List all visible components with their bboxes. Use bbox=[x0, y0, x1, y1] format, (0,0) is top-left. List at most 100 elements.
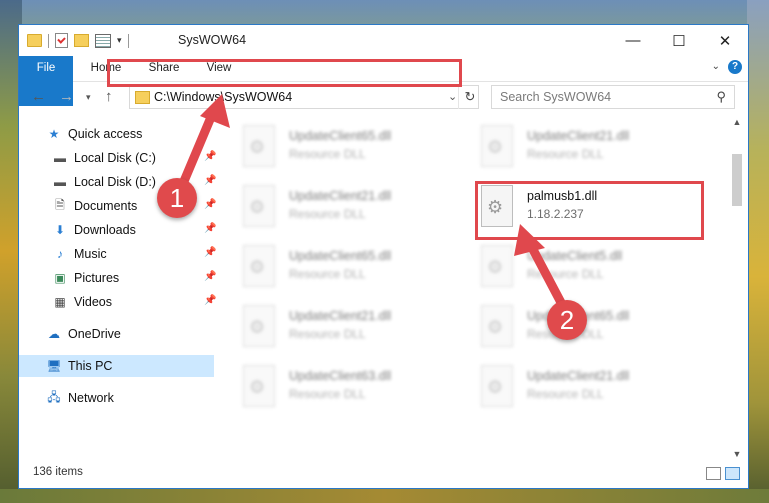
file-item[interactable]: UpdateClient65.dll Resource DLL bbox=[243, 243, 463, 293]
large-icons-view-icon[interactable] bbox=[725, 467, 740, 480]
file-item[interactable]: UpdateClient21.dll Resource DLL bbox=[481, 123, 701, 173]
sidebar-item-label: Pictures bbox=[74, 271, 120, 285]
file-name: UpdateClient63.dll bbox=[289, 369, 392, 383]
sidebar-item-label: Local Disk (D:) bbox=[74, 175, 156, 189]
desktop-background-bottom bbox=[0, 489, 769, 503]
item-count: 136 items bbox=[33, 466, 83, 478]
dll-file-icon bbox=[243, 305, 275, 347]
file-item[interactable]: UpdateClient21.dll Resource DLL bbox=[481, 363, 701, 413]
sidebar-item-label: Local Disk (C:) bbox=[74, 151, 156, 165]
address-highlight-box bbox=[107, 59, 462, 87]
title-bar: ▾ SysWOW64 — ☐ ✕ bbox=[19, 25, 748, 56]
forward-arrow-icon[interactable]: → bbox=[59, 88, 74, 105]
sidebar-item-pictures[interactable]: ▣ Pictures 📌 bbox=[52, 267, 216, 289]
scrollbar-thumb[interactable] bbox=[732, 154, 742, 206]
sidebar-item-label: Music bbox=[74, 247, 107, 261]
dll-file-icon bbox=[243, 125, 275, 167]
file-item[interactable]: UpdateClient65.dll Resource DLL bbox=[481, 303, 701, 353]
sidebar-item-downloads[interactable]: ⬇ Downloads 📌 bbox=[52, 219, 216, 241]
pin-icon[interactable]: 📌 bbox=[204, 295, 216, 306]
file-item[interactable]: UpdateClient21.dll Resource DLL bbox=[243, 303, 463, 353]
pin-icon[interactable]: 📌 bbox=[204, 223, 216, 234]
address-path[interactable]: C:\Windows\SysWOW64 bbox=[154, 90, 292, 104]
back-arrow-icon[interactable]: ← bbox=[31, 88, 46, 105]
step-2-badge: 2 bbox=[547, 300, 587, 340]
videos-icon: ▦ bbox=[54, 295, 66, 309]
minimize-button[interactable]: — bbox=[610, 25, 656, 56]
pc-icon: 🖥 bbox=[46, 359, 62, 373]
search-icon[interactable]: ⚲ bbox=[716, 89, 726, 105]
dll-file-icon bbox=[481, 125, 513, 167]
file-description: Resource DLL bbox=[289, 147, 366, 161]
refresh-button[interactable]: ↻ bbox=[458, 85, 481, 109]
sidebar-item-quick-access[interactable]: ★ Quick access bbox=[46, 123, 214, 145]
folder-icon bbox=[27, 34, 42, 47]
vertical-scrollbar[interactable]: ▲ ▼ bbox=[730, 117, 744, 463]
new-folder-icon[interactable] bbox=[74, 34, 89, 47]
pin-icon[interactable]: 📌 bbox=[204, 271, 216, 282]
address-bar[interactable]: C:\Windows\SysWOW64 ⌄ bbox=[129, 85, 479, 109]
file-description: Resource DLL bbox=[289, 327, 366, 341]
sidebar-item-videos[interactable]: ▦ Videos 📌 bbox=[52, 291, 216, 313]
sidebar-item-local-disk-c[interactable]: ▬ Local Disk (C:) 📌 bbox=[52, 147, 216, 169]
quick-access-toolbar: ▾ bbox=[27, 33, 129, 48]
sidebar-item-label: Downloads bbox=[74, 223, 136, 237]
toolbar-divider bbox=[127, 33, 129, 48]
pin-icon[interactable]: 📌 bbox=[204, 151, 216, 162]
dll-file-icon bbox=[243, 185, 275, 227]
up-arrow-icon[interactable]: ↑ bbox=[105, 88, 113, 105]
step-1-badge: 1 bbox=[157, 178, 197, 218]
expand-ribbon-icon[interactable]: ⌄ bbox=[712, 61, 720, 72]
dll-file-icon bbox=[481, 245, 513, 287]
file-item[interactable]: UpdateClient21.dll Resource DLL bbox=[243, 183, 463, 233]
file-name: UpdateClient21.dll bbox=[527, 369, 630, 383]
file-item[interactable]: UpdateClient63.dll Resource DLL bbox=[243, 363, 463, 413]
help-button[interactable]: ? bbox=[728, 60, 742, 74]
file-item[interactable]: UpdateClient5.dll Resource DLL bbox=[481, 243, 701, 293]
drive-icon: ▬ bbox=[54, 151, 66, 165]
pin-icon[interactable]: 📌 bbox=[204, 247, 216, 258]
file-description: Resource DLL bbox=[527, 147, 604, 161]
file-name: UpdateClient5.dll bbox=[527, 249, 623, 263]
cloud-icon: ☁ bbox=[48, 327, 60, 341]
desktop-background-right bbox=[747, 0, 769, 503]
customize-view-icon[interactable] bbox=[95, 33, 111, 48]
address-dropdown-icon[interactable]: ⌄ bbox=[448, 90, 457, 103]
close-button[interactable]: ✕ bbox=[702, 25, 748, 56]
pin-icon[interactable]: 📌 bbox=[204, 175, 216, 186]
sidebar-item-music[interactable]: ♪ Music 📌 bbox=[52, 243, 216, 265]
file-name: UpdateClient65.dll bbox=[289, 249, 392, 263]
pin-icon[interactable]: 📌 bbox=[204, 199, 216, 210]
star-icon: ★ bbox=[48, 127, 60, 141]
sidebar-item-network[interactable]: 🖧 Network bbox=[46, 387, 214, 409]
dll-file-icon bbox=[243, 245, 275, 287]
dll-file-icon bbox=[481, 365, 513, 407]
window-controls: — ☐ ✕ bbox=[610, 25, 748, 56]
scroll-up-icon[interactable]: ▲ bbox=[730, 117, 744, 131]
search-placeholder: Search SysWOW64 bbox=[500, 90, 612, 104]
explorer-window: ▾ SysWOW64 — ☐ ✕ File Home Share View ⌄ … bbox=[18, 24, 749, 489]
sidebar-item-label: Quick access bbox=[68, 127, 143, 141]
sidebar-item-onedrive[interactable]: ☁ OneDrive bbox=[46, 323, 214, 345]
network-icon: 🖧 bbox=[47, 389, 61, 404]
file-name: UpdateClient21.dll bbox=[289, 309, 392, 323]
file-name: UpdateClient65.dll bbox=[289, 129, 392, 143]
sidebar-item-this-pc[interactable]: 🖥 This PC bbox=[19, 355, 214, 377]
properties-icon[interactable] bbox=[55, 33, 68, 48]
toolbar-dropdown-icon[interactable]: ▾ bbox=[117, 35, 122, 46]
recent-locations-icon[interactable]: ▾ bbox=[86, 92, 91, 103]
maximize-button[interactable]: ☐ bbox=[656, 25, 702, 56]
file-description: Resource DLL bbox=[289, 267, 366, 281]
file-description: Resource DLL bbox=[527, 387, 604, 401]
search-input[interactable]: Search SysWOW64 ⚲ bbox=[491, 85, 735, 109]
dll-file-icon bbox=[243, 365, 275, 407]
drive-icon: ▬ bbox=[54, 175, 66, 189]
view-switcher bbox=[706, 467, 740, 480]
details-view-icon[interactable] bbox=[706, 467, 721, 480]
file-item[interactable]: UpdateClient65.dll Resource DLL bbox=[243, 123, 463, 173]
scroll-down-icon[interactable]: ▼ bbox=[730, 449, 744, 463]
sidebar-item-label: Network bbox=[68, 391, 114, 405]
dll-file-icon bbox=[481, 305, 513, 347]
toolbar-divider bbox=[48, 33, 49, 48]
sidebar-item-label: Videos bbox=[74, 295, 112, 309]
